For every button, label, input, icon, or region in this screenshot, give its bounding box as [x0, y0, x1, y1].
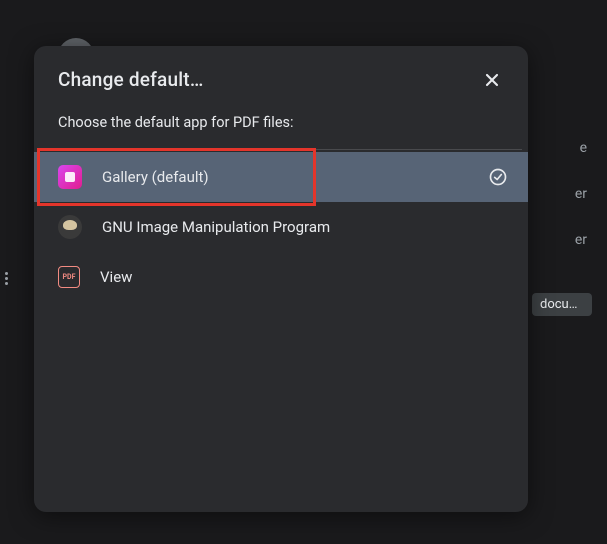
dialog-header: Change default… [34, 46, 528, 114]
bg-text: er [527, 186, 607, 202]
app-label: View [100, 268, 508, 286]
change-default-dialog: Change default… Choose the default app f… [34, 46, 528, 512]
gimp-icon [58, 215, 82, 239]
app-label: GNU Image Manipulation Program [102, 218, 508, 236]
background-content: e er er [527, 100, 607, 248]
check-circle-icon [488, 167, 508, 187]
bg-text: er [527, 232, 607, 248]
dialog-title: Change default… [58, 68, 203, 91]
bg-text: e [527, 140, 607, 156]
app-item-gimp[interactable]: GNU Image Manipulation Program [34, 202, 528, 252]
bg-tooltip: docum… [532, 293, 592, 316]
pdf-view-icon: PDF [58, 266, 80, 288]
gallery-icon [58, 165, 82, 189]
dialog-subtitle: Choose the default app for PDF files: [34, 114, 528, 149]
app-item-gallery[interactable]: Gallery (default) [34, 152, 528, 202]
app-item-view[interactable]: PDF View [34, 252, 528, 302]
app-list: Gallery (default) GNU Image Manipulation… [34, 150, 528, 302]
close-icon [482, 70, 502, 90]
app-label: Gallery (default) [102, 168, 488, 186]
drag-handle-icon[interactable] [5, 272, 8, 285]
close-button[interactable] [480, 68, 504, 96]
